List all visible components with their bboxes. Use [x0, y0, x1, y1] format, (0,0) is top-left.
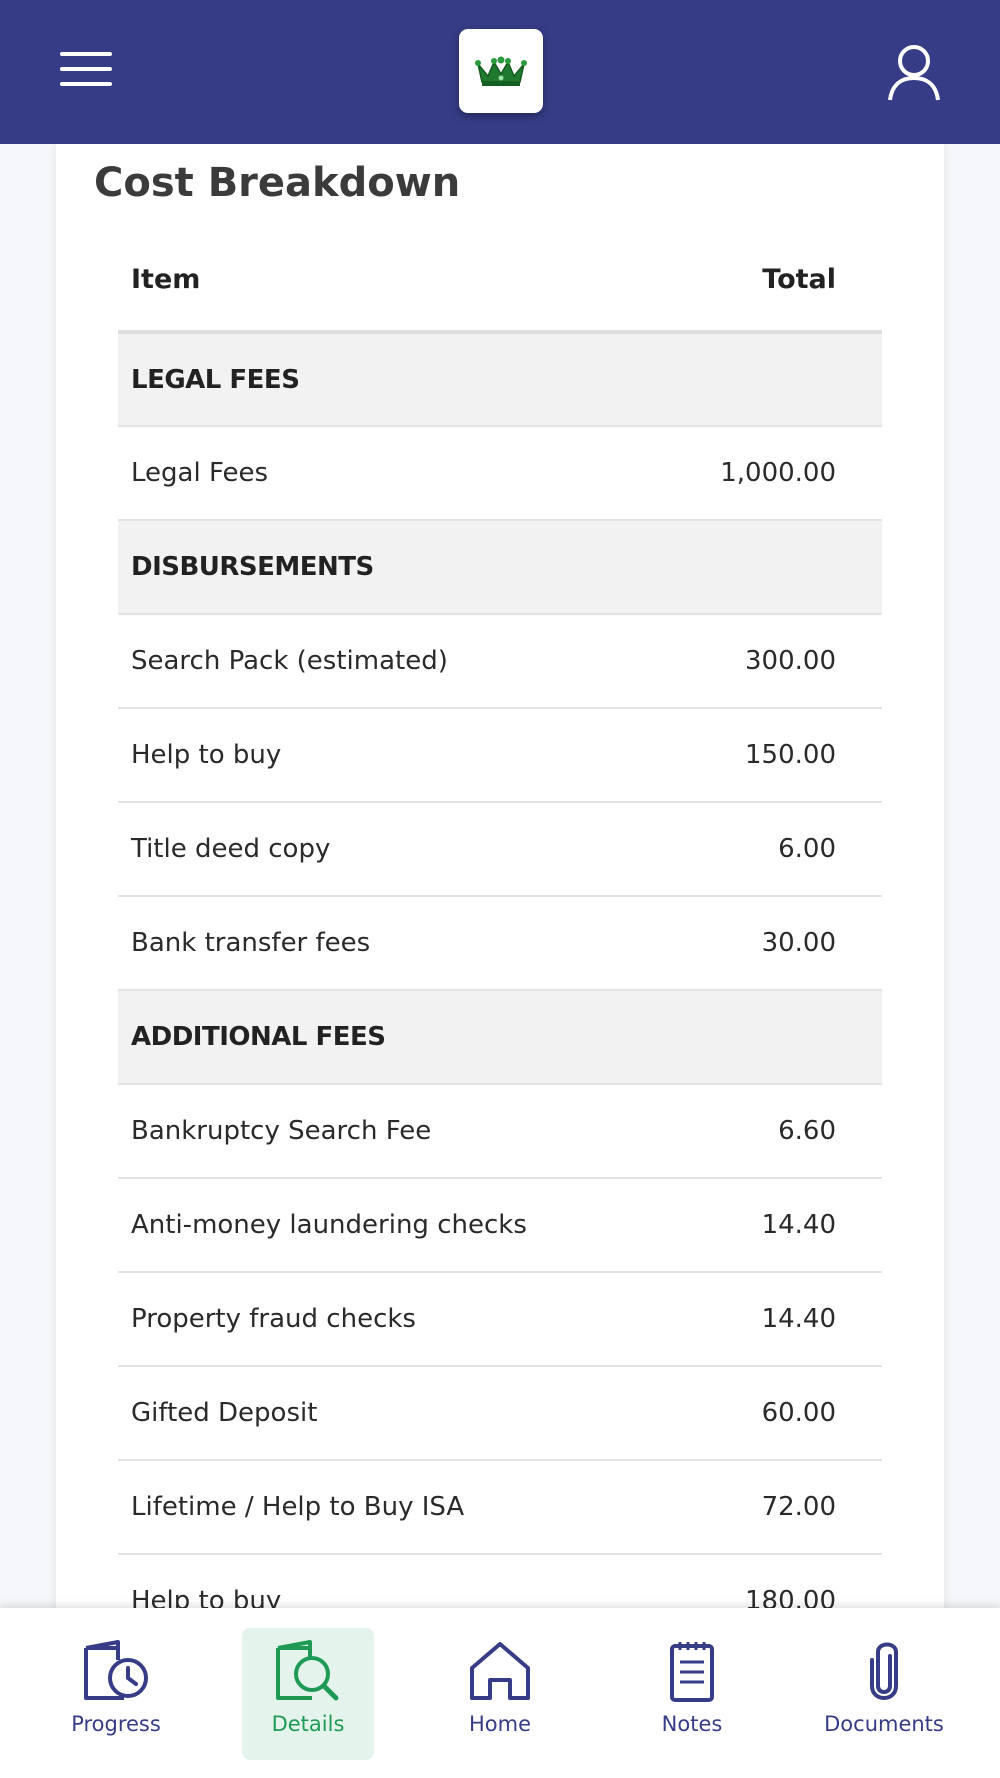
item-label: Property fraud checks — [118, 1272, 666, 1367]
table-row: Property fraud checks 14.40 — [118, 1272, 882, 1367]
table-row: Title deed copy 6.00 — [118, 802, 882, 897]
card-title: Cost Breakdown — [94, 160, 461, 206]
nav-details[interactable]: Details — [242, 1628, 374, 1760]
table-row: Legal Fees 1,000.00 — [118, 426, 882, 521]
table-row: Bankruptcy Search Fee 6.60 — [118, 1084, 882, 1179]
nav-label: Home — [468, 1712, 531, 1736]
paperclip-icon — [870, 1642, 898, 1700]
item-total: 60.00 — [665, 1366, 882, 1461]
notes-icon — [670, 1642, 714, 1702]
column-header-item: Item — [118, 206, 666, 334]
section-label: LEGAL FEES — [118, 332, 882, 427]
item-label: Bankruptcy Search Fee — [118, 1084, 666, 1179]
nav-label: Progress — [71, 1712, 161, 1736]
nav-home[interactable]: Home — [434, 1628, 566, 1760]
table-row: Lifetime / Help to Buy ISA 72.00 — [118, 1460, 882, 1555]
item-total: 14.40 — [665, 1272, 882, 1367]
cost-breakdown-card: Cost Breakdown Item Total LEGAL FEES Lega… — [56, 144, 944, 1649]
table-header-row: Item Total — [118, 206, 882, 334]
crown-logo-icon[interactable] — [459, 29, 543, 113]
details-search-icon — [276, 1640, 339, 1701]
nav-label: Documents — [824, 1712, 944, 1736]
home-icon — [470, 1642, 530, 1700]
item-total: 30.00 — [665, 896, 882, 991]
hamburger-menu-icon[interactable] — [58, 48, 114, 92]
item-total: 14.40 — [665, 1178, 882, 1273]
section-header-row: LEGAL FEES — [118, 332, 882, 427]
section-header-row: DISBURSEMENTS — [118, 520, 882, 615]
progress-clock-icon — [84, 1640, 148, 1700]
table-row: Bank transfer fees 30.00 — [118, 896, 882, 991]
section-label: ADDITIONAL FEES — [118, 990, 882, 1085]
item-total: 72.00 — [665, 1460, 882, 1555]
table-row: Search Pack (estimated) 300.00 — [118, 614, 882, 709]
table-row: Help to buy 150.00 — [118, 708, 882, 803]
nav-documents[interactable]: Documents — [818, 1628, 950, 1760]
top-app-bar — [0, 0, 1000, 144]
item-label: Search Pack (estimated) — [118, 614, 666, 709]
bottom-navigation: Progress Details Home Notes Documents — [0, 1608, 1000, 1778]
item-label: Legal Fees — [118, 426, 666, 521]
item-total: 6.60 — [665, 1084, 882, 1179]
nav-label: Details — [271, 1712, 345, 1736]
item-label: Title deed copy — [118, 802, 666, 897]
item-total: 150.00 — [665, 708, 882, 803]
item-label: Gifted Deposit — [118, 1366, 666, 1461]
nav-notes[interactable]: Notes — [626, 1628, 758, 1760]
item-label: Help to buy — [118, 708, 666, 803]
item-label: Lifetime / Help to Buy ISA — [118, 1460, 666, 1555]
table-row: Gifted Deposit 60.00 — [118, 1366, 882, 1461]
item-total: 300.00 — [665, 614, 882, 709]
item-total: 6.00 — [665, 802, 882, 897]
section-label: DISBURSEMENTS — [118, 520, 882, 615]
item-total: 1,000.00 — [665, 426, 882, 521]
section-header-row: ADDITIONAL FEES — [118, 990, 882, 1085]
table-body: LEGAL FEES Legal Fees 1,000.00 DISBURSEMENT… — [118, 332, 882, 1649]
cost-table: Item Total LEGAL FEES Legal Fees 1,000.00 D… — [118, 206, 882, 1649]
item-label: Bank transfer fees — [118, 896, 666, 991]
column-header-total: Total — [665, 206, 882, 334]
user-profile-icon[interactable] — [886, 44, 942, 102]
item-label: Anti-money laundering checks — [118, 1178, 666, 1273]
table-row: Anti-money laundering checks 14.40 — [118, 1178, 882, 1273]
nav-label: Notes — [661, 1712, 723, 1736]
nav-progress[interactable]: Progress — [50, 1628, 182, 1760]
